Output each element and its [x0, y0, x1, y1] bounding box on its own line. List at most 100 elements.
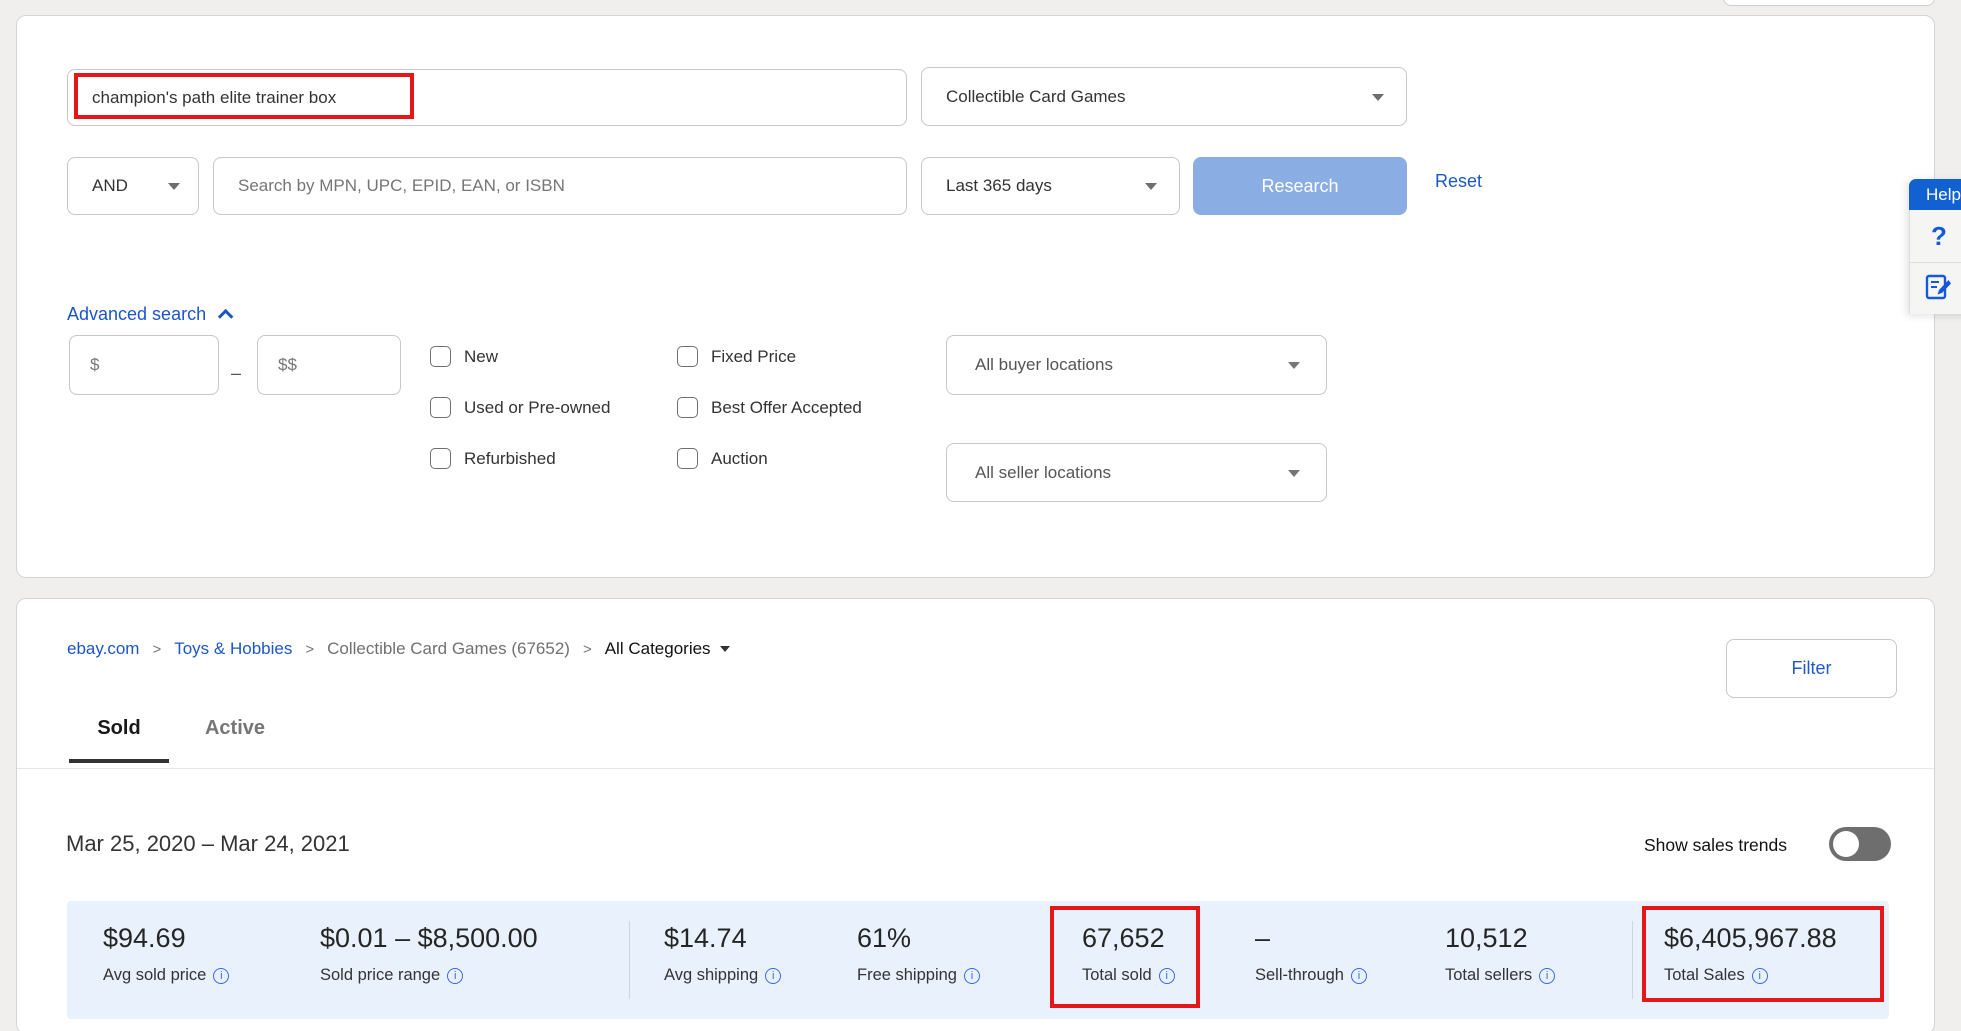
checkbox-best-offer[interactable]: [677, 397, 698, 418]
chevron-up-icon: [218, 309, 234, 325]
info-icon[interactable]: i: [1351, 968, 1367, 984]
operator-dropdown-value: AND: [68, 176, 128, 196]
stat-free-shipping: 61% Free shipping i: [857, 923, 980, 985]
stat-label: Total sellers: [1445, 966, 1532, 985]
buyer-locations-value: All buyer locations: [947, 355, 1113, 375]
help-flyout-header: Help: [1909, 179, 1961, 210]
info-icon[interactable]: i: [1539, 968, 1555, 984]
buyer-locations-dropdown[interactable]: All buyer locations: [946, 335, 1327, 395]
filter-button[interactable]: Filter: [1726, 639, 1897, 698]
checkbox-used[interactable]: [430, 397, 451, 418]
tabs-divider: [17, 768, 1934, 769]
stat-value: 10,512: [1445, 923, 1555, 954]
operator-dropdown[interactable]: AND: [67, 157, 199, 215]
stat-label: Sold price range: [320, 966, 440, 985]
stat-label: Total Sales: [1664, 966, 1745, 985]
sales-trends-toggle[interactable]: [1829, 827, 1891, 861]
seller-locations-dropdown[interactable]: All seller locations: [946, 443, 1327, 502]
stat-value: $14.74: [664, 923, 781, 954]
stat-avg-sold-price: $94.69 Avg sold price i: [103, 923, 229, 985]
category-dropdown-value: Collectible Card Games: [922, 87, 1126, 107]
info-icon[interactable]: i: [447, 968, 463, 984]
reset-link[interactable]: Reset: [1435, 171, 1482, 192]
research-button[interactable]: Research: [1193, 157, 1407, 215]
info-icon[interactable]: i: [964, 968, 980, 984]
results-date-range: Mar 25, 2020 – Mar 24, 2021: [66, 831, 350, 857]
advanced-search-toggle[interactable]: Advanced search: [67, 304, 229, 325]
help-button[interactable]: ?: [1909, 210, 1961, 262]
category-dropdown[interactable]: Collectible Card Games: [921, 67, 1407, 126]
stat-label: Avg sold price: [103, 966, 206, 985]
all-categories-label: All Categories: [605, 639, 711, 659]
chevron-down-icon: [1145, 183, 1157, 190]
checkbox-auction[interactable]: [677, 448, 698, 469]
stat-label: Free shipping: [857, 966, 957, 985]
chevron-down-icon: [1288, 362, 1300, 369]
checkbox-refurbished[interactable]: [430, 448, 451, 469]
sales-trends-label: Show sales trends: [1644, 835, 1787, 856]
breadcrumb-category-l1-link[interactable]: Toys & Hobbies: [174, 639, 292, 659]
terapeak-research-page: Collectible Card Games AND Last 365 days…: [0, 0, 1961, 1031]
stat-total-sellers: 10,512 Total sellers i: [1445, 923, 1555, 985]
stat-value: $0.01 – $8,500.00: [320, 923, 538, 954]
info-icon[interactable]: i: [1159, 968, 1175, 984]
price-min-input[interactable]: [69, 335, 219, 395]
summary-stats-bar: $94.69 Avg sold price i $0.01 – $8,500.00…: [67, 901, 1889, 1019]
checkbox-best-offer-label: Best Offer Accepted: [711, 398, 862, 418]
stat-value: $6,405,967.88: [1664, 923, 1837, 954]
stat-label: Total sold: [1082, 966, 1152, 985]
stat-value: –: [1255, 923, 1367, 954]
product-id-search-input[interactable]: [213, 157, 907, 215]
stat-sold-price-range: $0.01 – $8,500.00 Sold price range i: [320, 923, 538, 985]
toggle-knob: [1833, 831, 1859, 857]
all-categories-dropdown[interactable]: All Categories: [605, 639, 730, 659]
date-range-dropdown[interactable]: Last 365 days: [921, 157, 1180, 215]
cut-off-top-box: [1723, 0, 1935, 6]
stat-value: 61%: [857, 923, 980, 954]
checkbox-used-label: Used or Pre-owned: [464, 398, 610, 418]
checkbox-new[interactable]: [430, 346, 451, 367]
question-mark-icon: ?: [1910, 221, 1947, 252]
checkbox-new-label: New: [464, 347, 498, 367]
stat-total-sales: $6,405,967.88 Total Sales i: [1664, 923, 1837, 985]
stats-divider: [1632, 921, 1633, 999]
tab-sold[interactable]: Sold: [69, 717, 169, 740]
info-icon[interactable]: i: [765, 968, 781, 984]
checkbox-refurbished-label: Refurbished: [464, 449, 556, 469]
survey-pencil-icon: [1910, 273, 1952, 305]
stat-total-sold: 67,652 Total sold i: [1082, 923, 1175, 985]
breadcrumb-category-l2: Collectible Card Games (67652): [327, 639, 570, 659]
chevron-down-icon: [1372, 94, 1384, 101]
breadcrumb-separator: >: [305, 641, 314, 658]
date-range-dropdown-value: Last 365 days: [922, 176, 1052, 196]
chevron-down-icon: [1288, 470, 1300, 477]
price-max-input[interactable]: [257, 335, 401, 395]
breadcrumb-separator: >: [583, 641, 592, 658]
breadcrumb-site-link[interactable]: ebay.com: [67, 639, 139, 659]
checkbox-fixed-price-label: Fixed Price: [711, 347, 796, 367]
price-range-separator: –: [231, 363, 241, 384]
stats-divider: [1051, 921, 1052, 999]
stat-value: $94.69: [103, 923, 229, 954]
chevron-down-icon: [168, 183, 180, 190]
results-panel: ebay.com > Toys & Hobbies > Collectible …: [16, 598, 1935, 1031]
keyword-search-input[interactable]: [67, 69, 907, 126]
checkbox-fixed-price[interactable]: [677, 346, 698, 367]
checkbox-auction-label: Auction: [711, 449, 768, 469]
stat-value: 67,652: [1082, 923, 1175, 954]
active-tab-underline: [69, 759, 169, 763]
stat-label: Avg shipping: [664, 966, 758, 985]
search-panel: Collectible Card Games AND Last 365 days…: [16, 15, 1935, 578]
seller-locations-value: All seller locations: [947, 463, 1111, 483]
tab-active[interactable]: Active: [185, 717, 285, 740]
help-flyout: Help ?: [1909, 179, 1961, 314]
info-icon[interactable]: i: [1752, 968, 1768, 984]
feedback-survey-button[interactable]: [1909, 262, 1961, 314]
breadcrumb: ebay.com > Toys & Hobbies > Collectible …: [67, 639, 730, 659]
stats-divider: [629, 921, 630, 999]
stat-label: Sell-through: [1255, 966, 1344, 985]
stat-avg-shipping: $14.74 Avg shipping i: [664, 923, 781, 985]
advanced-search-label: Advanced search: [67, 304, 206, 325]
stat-sell-through: – Sell-through i: [1255, 923, 1367, 985]
info-icon[interactable]: i: [213, 968, 229, 984]
